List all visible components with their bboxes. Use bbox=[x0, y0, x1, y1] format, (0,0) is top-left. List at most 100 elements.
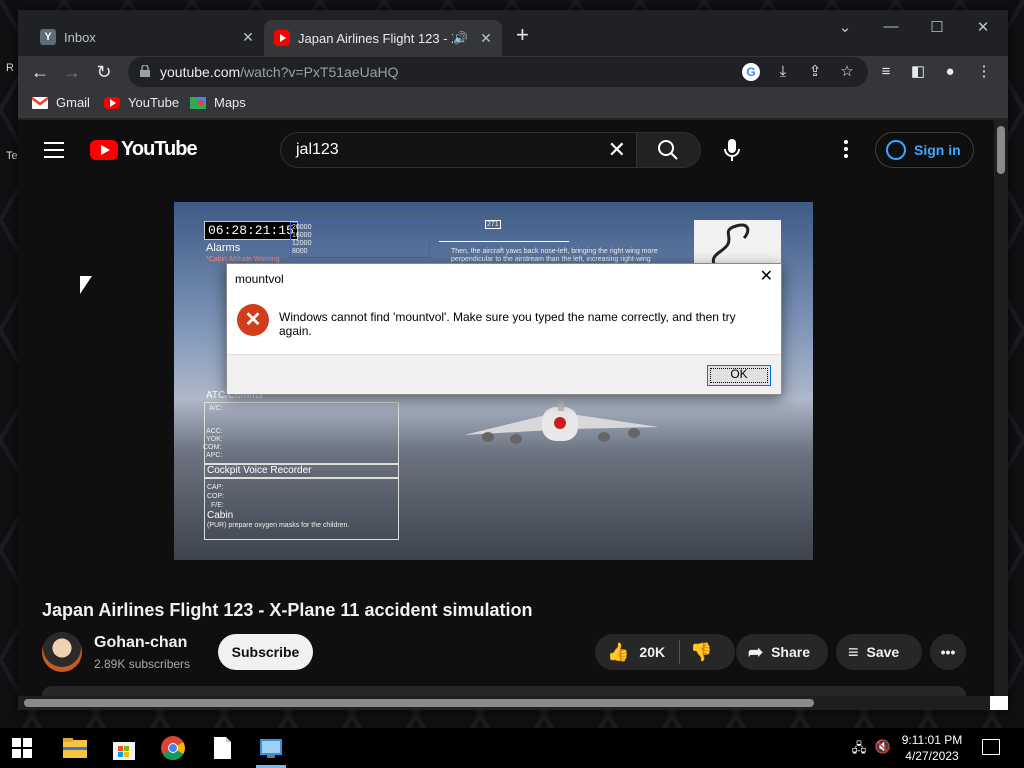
bookmark-star-icon[interactable]: ☆ bbox=[838, 63, 856, 81]
url-host: youtube.com bbox=[160, 64, 241, 80]
channel-name[interactable]: Gohan-chan bbox=[94, 634, 187, 652]
share-button[interactable]: ➦ Share bbox=[736, 634, 828, 670]
more-horiz-icon: ••• bbox=[940, 644, 956, 660]
notepad-icon[interactable] bbox=[208, 734, 236, 762]
like-count[interactable]: 20K bbox=[639, 644, 665, 660]
gmail-icon bbox=[32, 96, 48, 109]
atc-row: COM: bbox=[203, 444, 222, 451]
chrome-icon[interactable] bbox=[159, 734, 187, 762]
search-icon bbox=[658, 140, 678, 160]
sign-in-button[interactable]: Sign in bbox=[875, 132, 974, 168]
altitude-tick: 12000 bbox=[292, 240, 312, 247]
youtube-page: YouTube jal123 ✕ Sign in 06:28:21:15 Ala… bbox=[18, 120, 994, 700]
altitude-tape: 20000 16000 12000 8000 bbox=[290, 222, 430, 258]
bookmark-youtube[interactable]: YouTube bbox=[104, 95, 179, 110]
video-timecode: 06:28:21:15 bbox=[204, 221, 298, 240]
alarms-label: Alarms bbox=[206, 242, 241, 254]
channel-avatar[interactable] bbox=[42, 632, 82, 672]
microsoft-store-icon[interactable] bbox=[110, 734, 138, 762]
dialog-close-icon[interactable]: ✕ bbox=[760, 268, 773, 286]
back-button[interactable]: ← bbox=[28, 60, 52, 84]
cvr-row: CAP: bbox=[207, 484, 224, 491]
volume-muted-icon[interactable]: 🔇 bbox=[874, 739, 892, 757]
clear-search-icon[interactable]: ✕ bbox=[608, 138, 626, 162]
microphone-icon[interactable] bbox=[718, 136, 746, 164]
close-tab-icon[interactable]: ✕ bbox=[238, 29, 258, 46]
atc-row: A/C: bbox=[209, 405, 223, 412]
media-control-icon[interactable]: ≡ bbox=[876, 62, 896, 82]
horizontal-scrollbar[interactable] bbox=[18, 696, 1008, 710]
tab-search-icon[interactable]: ⌄ bbox=[830, 18, 860, 36]
hamburger-menu-icon[interactable] bbox=[44, 142, 64, 163]
share-icon[interactable]: ⇪ bbox=[806, 63, 824, 81]
more-actions-button[interactable]: ••• bbox=[930, 634, 966, 670]
url-path: /watch?v=PxT51aeUaHQ bbox=[240, 64, 399, 80]
thumbs-up-icon[interactable]: 👍 bbox=[607, 642, 629, 663]
tab-title: Inbox bbox=[64, 29, 96, 45]
reload-button[interactable]: ↻ bbox=[92, 60, 116, 84]
heading-ruler: 271 bbox=[439, 220, 569, 242]
tab-youtube-video[interactable]: Japan Airlines Flight 123 - X- 🔊 ✕ bbox=[264, 20, 502, 56]
address-bar[interactable]: youtube.com/watch?v=PxT51aeUaHQ G ⤓ ⇪ ☆ bbox=[128, 57, 868, 87]
close-tab-icon[interactable]: ✕ bbox=[476, 30, 496, 47]
error-icon: ✕ bbox=[237, 304, 269, 336]
google-lens-icon[interactable]: G bbox=[742, 63, 760, 81]
youtube-play-icon bbox=[90, 139, 118, 160]
cvr-row: F/E: bbox=[211, 502, 224, 509]
share-arrow-icon: ➦ bbox=[748, 641, 764, 662]
close-window-button[interactable]: ✕ bbox=[968, 18, 998, 36]
search-button[interactable] bbox=[637, 132, 701, 168]
subscriber-count: 2.89K subscribers bbox=[94, 657, 191, 671]
notification-center-icon[interactable] bbox=[982, 739, 1000, 755]
browser-toolbar: ← → ↻ youtube.com/watch?v=PxT51aeUaHQ G … bbox=[18, 56, 1008, 88]
save-label: Save bbox=[866, 644, 900, 660]
altitude-tick: 20000 bbox=[292, 224, 312, 231]
new-tab-button[interactable]: + bbox=[516, 24, 529, 46]
maps-icon bbox=[190, 96, 206, 109]
vertical-scrollbar[interactable] bbox=[994, 120, 1008, 700]
search-input[interactable]: jal123 ✕ bbox=[280, 132, 637, 168]
clock-time: 9:11:01 PM bbox=[901, 733, 963, 747]
cvr-label: Cockpit Voice Recorder bbox=[204, 464, 399, 478]
install-icon[interactable]: ⤓ bbox=[774, 63, 792, 81]
thumbs-down-icon[interactable]: 👎 bbox=[690, 642, 712, 663]
profile-icon[interactable]: ● bbox=[940, 62, 960, 82]
mouse-cursor bbox=[80, 276, 92, 294]
bookmarks-bar: Gmail YouTube Maps bbox=[18, 88, 1008, 118]
tab-inbox[interactable]: Y Inbox ✕ bbox=[30, 22, 264, 52]
youtube-icon bbox=[274, 30, 290, 46]
save-button[interactable]: ≡ Save bbox=[836, 634, 922, 670]
youtube-logo[interactable]: YouTube bbox=[90, 138, 198, 161]
bookmark-gmail[interactable]: Gmail bbox=[32, 95, 90, 110]
network-icon[interactable]: 🖧 bbox=[850, 739, 868, 757]
windows-start-icon[interactable] bbox=[12, 738, 32, 758]
taskbar: 🖧 🔇 9:11:01 PM 4/27/2023 bbox=[0, 728, 1024, 768]
altitude-tick: 16000 bbox=[292, 232, 312, 239]
cvr-panel: CAP: COP: F/E: Cabin (PUR) prepare oxyge… bbox=[204, 478, 399, 540]
forward-button[interactable]: → bbox=[60, 60, 84, 84]
scroll-corner bbox=[990, 696, 1008, 710]
chrome-menu-icon[interactable]: ⋮ bbox=[974, 62, 994, 82]
horizontal-scroll-thumb[interactable] bbox=[24, 699, 814, 707]
side-panel-icon[interactable]: ◧ bbox=[908, 62, 928, 82]
alarm-text: *Cabin Altitude Warning bbox=[206, 256, 280, 263]
desktop-text-fragment: Te bbox=[6, 150, 18, 162]
like-divider bbox=[679, 640, 681, 664]
subscribe-button[interactable]: Subscribe bbox=[218, 634, 313, 670]
file-explorer-icon[interactable] bbox=[61, 734, 89, 762]
control-panel-icon[interactable] bbox=[257, 734, 285, 762]
speaker-icon[interactable]: 🔊 bbox=[453, 31, 468, 45]
bookmark-maps[interactable]: Maps bbox=[190, 95, 246, 110]
ok-button[interactable]: OK bbox=[707, 365, 771, 386]
settings-kebab-icon[interactable] bbox=[844, 140, 850, 161]
cabin-label: Cabin bbox=[207, 510, 234, 521]
vertical-scroll-thumb[interactable] bbox=[997, 126, 1005, 174]
desktop-text-fragment: R bbox=[6, 62, 14, 74]
minimize-button[interactable]: — bbox=[876, 18, 906, 35]
maximize-button[interactable]: ☐ bbox=[922, 18, 952, 36]
user-circle-icon bbox=[886, 140, 906, 160]
system-clock[interactable]: 9:11:01 PM 4/27/2023 bbox=[896, 732, 968, 764]
search-query: jal123 bbox=[296, 141, 339, 158]
lock-icon[interactable] bbox=[140, 65, 150, 77]
like-dislike-group: 👍 20K 👎 bbox=[595, 634, 735, 670]
